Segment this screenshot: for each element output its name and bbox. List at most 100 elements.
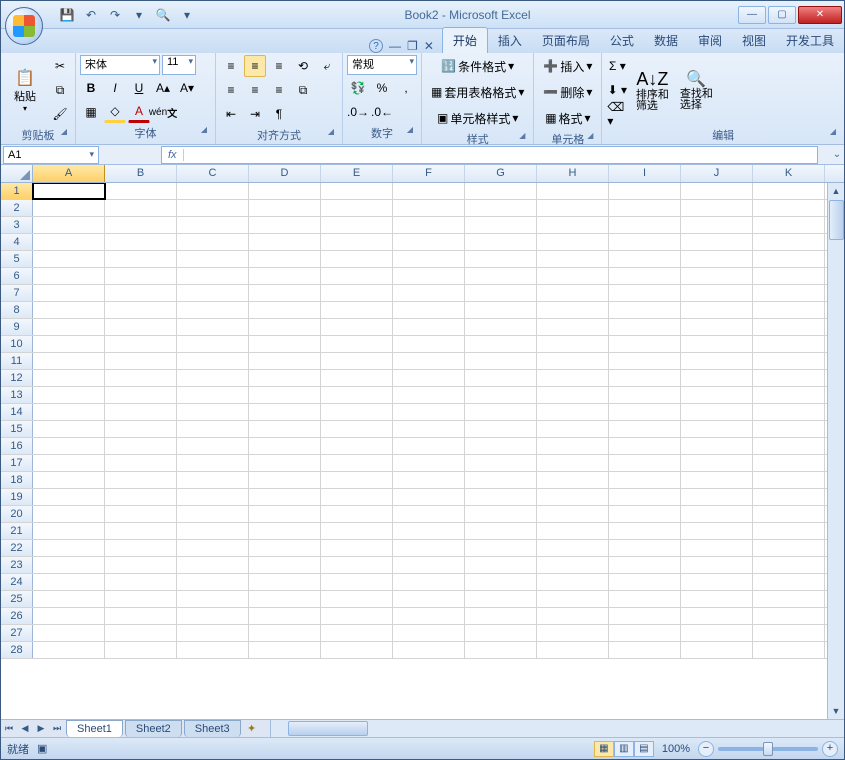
cell-F12[interactable] <box>393 370 465 386</box>
sheet-tab-Sheet2[interactable]: Sheet2 <box>125 720 182 737</box>
phonetic-button[interactable]: wén文 <box>152 101 174 123</box>
cell-E6[interactable] <box>321 268 393 284</box>
cell-J13[interactable] <box>681 387 753 403</box>
cell-J15[interactable] <box>681 421 753 437</box>
cell-I27[interactable] <box>609 625 681 641</box>
cell-E23[interactable] <box>321 557 393 573</box>
cell-B11[interactable] <box>105 353 177 369</box>
cell-G10[interactable] <box>465 336 537 352</box>
ribbon-tab-0[interactable]: 开始 <box>442 27 488 53</box>
merge-button[interactable]: ⧉ <box>292 79 314 101</box>
cell-E15[interactable] <box>321 421 393 437</box>
cell-C25[interactable] <box>177 591 249 607</box>
cell-A26[interactable] <box>33 608 105 624</box>
cell-J20[interactable] <box>681 506 753 522</box>
cell-A27[interactable] <box>33 625 105 641</box>
row-header-22[interactable]: 22 <box>1 540 33 556</box>
font-color-button[interactable]: A <box>128 101 150 123</box>
cell-K22[interactable] <box>753 540 825 556</box>
align-left-button[interactable]: ≡ <box>220 79 242 101</box>
cell-E3[interactable] <box>321 217 393 233</box>
cell-C23[interactable] <box>177 557 249 573</box>
cell-J17[interactable] <box>681 455 753 471</box>
cell-F18[interactable] <box>393 472 465 488</box>
cell-E28[interactable] <box>321 642 393 658</box>
cell-F2[interactable] <box>393 200 465 216</box>
cell-K28[interactable] <box>753 642 825 658</box>
cell-I5[interactable] <box>609 251 681 267</box>
cell-F24[interactable] <box>393 574 465 590</box>
cell-G7[interactable] <box>465 285 537 301</box>
cell-B28[interactable] <box>105 642 177 658</box>
rtl-button[interactable]: ¶ <box>268 103 290 125</box>
cell-G11[interactable] <box>465 353 537 369</box>
cell-A9[interactable] <box>33 319 105 335</box>
column-header-K[interactable]: K <box>753 165 825 182</box>
cell-C7[interactable] <box>177 285 249 301</box>
cell-H21[interactable] <box>537 523 609 539</box>
fx-icon[interactable]: fx <box>162 149 184 161</box>
cell-H8[interactable] <box>537 302 609 318</box>
cell-I7[interactable] <box>609 285 681 301</box>
zoom-thumb[interactable] <box>763 742 773 756</box>
cell-B13[interactable] <box>105 387 177 403</box>
cell-C2[interactable] <box>177 200 249 216</box>
cell-K6[interactable] <box>753 268 825 284</box>
cell-F19[interactable] <box>393 489 465 505</box>
cell-D6[interactable] <box>249 268 321 284</box>
cell-C24[interactable] <box>177 574 249 590</box>
cell-C13[interactable] <box>177 387 249 403</box>
cell-C17[interactable] <box>177 455 249 471</box>
cell-D22[interactable] <box>249 540 321 556</box>
cell-F1[interactable] <box>393 183 465 199</box>
ribbon-tab-2[interactable]: 页面布局 <box>532 28 600 53</box>
align-top-button[interactable]: ≡ <box>220 55 242 77</box>
horizontal-scrollbar[interactable] <box>270 720 844 737</box>
conditional-format-button[interactable]: 🔢 条件格式 ▾ <box>426 55 529 77</box>
cell-E24[interactable] <box>321 574 393 590</box>
cell-K13[interactable] <box>753 387 825 403</box>
number-format-combo[interactable]: 常规 <box>347 55 417 75</box>
cell-D20[interactable] <box>249 506 321 522</box>
cell-G14[interactable] <box>465 404 537 420</box>
cell-C4[interactable] <box>177 234 249 250</box>
cell-D11[interactable] <box>249 353 321 369</box>
cell-G20[interactable] <box>465 506 537 522</box>
cell-D26[interactable] <box>249 608 321 624</box>
cell-B26[interactable] <box>105 608 177 624</box>
cell-F13[interactable] <box>393 387 465 403</box>
cell-H27[interactable] <box>537 625 609 641</box>
cell-C5[interactable] <box>177 251 249 267</box>
cell-A16[interactable] <box>33 438 105 454</box>
ribbon-tab-1[interactable]: 插入 <box>488 28 532 53</box>
ribbon-tab-4[interactable]: 数据 <box>644 28 688 53</box>
align-middle-button[interactable]: ≡ <box>244 55 266 77</box>
new-sheet-button[interactable]: ✦ <box>242 722 262 735</box>
cell-G16[interactable] <box>465 438 537 454</box>
clear-button[interactable]: ⌫ ▾ <box>606 103 628 125</box>
undo-icon[interactable]: ↶ <box>81 5 101 25</box>
cell-E16[interactable] <box>321 438 393 454</box>
underline-button[interactable]: U <box>128 77 150 99</box>
cell-J27[interactable] <box>681 625 753 641</box>
cell-K12[interactable] <box>753 370 825 386</box>
column-header-H[interactable]: H <box>537 165 609 182</box>
cell-K24[interactable] <box>753 574 825 590</box>
cell-D1[interactable] <box>249 183 321 199</box>
cell-G8[interactable] <box>465 302 537 318</box>
column-header-E[interactable]: E <box>321 165 393 182</box>
cell-A14[interactable] <box>33 404 105 420</box>
cut-button[interactable]: ✂ <box>49 55 71 77</box>
decrease-decimal-button[interactable]: .0← <box>371 101 393 123</box>
fill-color-button[interactable]: ◇ <box>104 101 126 123</box>
cell-J26[interactable] <box>681 608 753 624</box>
cell-K16[interactable] <box>753 438 825 454</box>
cell-I11[interactable] <box>609 353 681 369</box>
cell-J22[interactable] <box>681 540 753 556</box>
close-button[interactable]: ✕ <box>798 6 842 24</box>
bold-button[interactable]: B <box>80 77 102 99</box>
cell-F21[interactable] <box>393 523 465 539</box>
cell-I21[interactable] <box>609 523 681 539</box>
cell-F22[interactable] <box>393 540 465 556</box>
zoom-level[interactable]: 100% <box>662 743 690 755</box>
